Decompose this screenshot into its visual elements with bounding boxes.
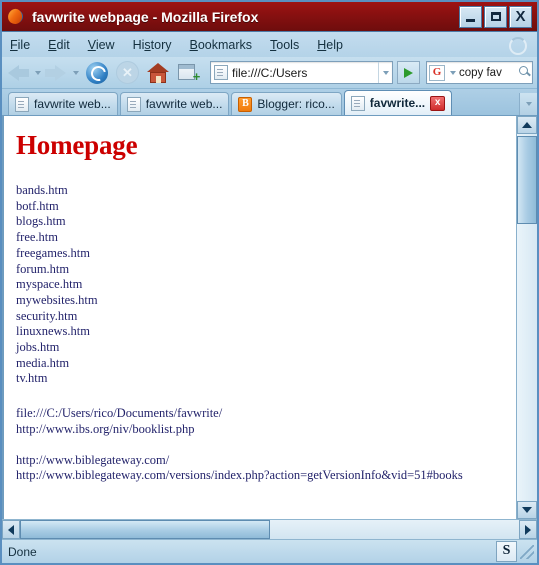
address-bar[interactable]: file:///C:/Users xyxy=(210,61,393,84)
new-tab-icon[interactable]: + xyxy=(178,63,202,83)
tab-close-icon[interactable]: x xyxy=(430,95,446,111)
vertical-scrollbar[interactable] xyxy=(516,116,537,519)
list-item[interactable]: blogs.htm xyxy=(16,214,516,230)
tab-favwrite-1[interactable]: favwrite web... xyxy=(8,92,118,115)
url-list: file:///C:/Users/rico/Documents/favwrite… xyxy=(16,406,516,484)
horizontal-scroll-track[interactable] xyxy=(20,520,519,539)
list-item[interactable]: security.htm xyxy=(16,309,516,325)
page-favicon-icon xyxy=(214,65,228,80)
chevron-right-icon xyxy=(525,524,531,535)
tab-favwrite-active[interactable]: favwrite... x xyxy=(343,90,453,115)
forward-button[interactable] xyxy=(44,60,70,86)
chevron-down-icon xyxy=(522,507,532,513)
go-arrow-icon xyxy=(404,67,413,78)
list-item[interactable]: bands.htm xyxy=(16,183,516,199)
chevron-up-icon xyxy=(522,122,532,128)
blogger-icon: B xyxy=(238,96,253,112)
back-button[interactable] xyxy=(6,60,32,86)
tab-label: favwrite... xyxy=(369,96,426,110)
horizontal-scrollbar[interactable] xyxy=(2,519,537,539)
list-item[interactable]: free.htm xyxy=(16,230,516,246)
security-status-icon[interactable]: S xyxy=(496,541,517,562)
firefox-window: favwrite webpage - Mozilla Firefox X Fil… xyxy=(0,0,539,565)
list-item[interactable]: jobs.htm xyxy=(16,340,516,356)
close-icon: X xyxy=(515,8,526,25)
menu-history[interactable]: History xyxy=(133,38,172,52)
menu-tools[interactable]: Tools xyxy=(270,38,299,52)
tab-label: favwrite web... xyxy=(34,97,111,111)
list-item[interactable]: linuxnews.htm xyxy=(16,324,516,340)
address-dropdown-icon[interactable] xyxy=(378,62,392,83)
list-item[interactable]: media.htm xyxy=(16,356,516,372)
list-item[interactable]: myspace.htm xyxy=(16,277,516,293)
menu-view[interactable]: View xyxy=(88,38,115,52)
google-icon[interactable]: G xyxy=(429,64,445,81)
firefox-logo-icon xyxy=(7,8,25,25)
list-item[interactable]: http://www.biblegateway.com/versions/ind… xyxy=(16,468,516,484)
go-button[interactable] xyxy=(397,61,420,84)
vertical-scroll-thumb[interactable] xyxy=(517,136,537,224)
scroll-up-button[interactable] xyxy=(517,116,537,134)
vertical-scroll-track[interactable] xyxy=(517,134,537,501)
scroll-left-button[interactable] xyxy=(2,520,20,539)
chevron-left-icon xyxy=(8,524,14,535)
list-item[interactable]: forum.htm xyxy=(16,262,516,278)
horizontal-scroll-thumb[interactable] xyxy=(20,520,270,539)
list-item[interactable]: mywebsites.htm xyxy=(16,293,516,309)
search-engine-dropdown-icon[interactable] xyxy=(450,70,456,75)
menu-edit[interactable]: Edit xyxy=(48,38,70,52)
web-page: Homepage bands.htm botf.htm blogs.htm fr… xyxy=(4,116,516,519)
menu-bar: File Edit View History Bookmarks Tools H… xyxy=(2,32,537,57)
title-bar: favwrite webpage - Mozilla Firefox X xyxy=(2,2,537,32)
page-icon xyxy=(15,96,29,112)
scroll-down-button[interactable] xyxy=(517,501,537,519)
stop-icon: ✕ xyxy=(116,61,139,84)
page-icon xyxy=(126,96,141,112)
menu-help[interactable]: Help xyxy=(317,38,343,52)
resize-grip[interactable] xyxy=(520,544,534,559)
list-item[interactable]: http://www.biblegateway.com/ xyxy=(16,453,516,469)
tab-favwrite-2[interactable]: favwrite web... xyxy=(119,92,230,115)
maximize-button[interactable] xyxy=(484,5,507,28)
list-item[interactable]: tv.htm xyxy=(16,371,516,387)
list-item[interactable]: botf.htm xyxy=(16,199,516,215)
page-title: Homepage xyxy=(16,130,138,160)
search-icon[interactable] xyxy=(516,62,532,83)
home-icon[interactable] xyxy=(147,62,169,83)
window-title: favwrite webpage - Mozilla Firefox xyxy=(32,8,259,25)
window-controls: X xyxy=(459,5,532,28)
status-text: Done xyxy=(8,544,37,559)
page-icon xyxy=(350,95,365,111)
tab-blogger[interactable]: B Blogger: rico... xyxy=(231,92,342,115)
address-input[interactable]: file:///C:/Users xyxy=(232,66,378,80)
tab-list-dropdown-icon[interactable] xyxy=(519,93,537,115)
forward-dropdown-icon[interactable] xyxy=(73,70,79,75)
back-dropdown-icon[interactable] xyxy=(35,70,41,75)
list-item[interactable]: freegames.htm xyxy=(16,246,516,262)
search-input[interactable]: copy fav xyxy=(459,67,516,79)
minimize-button[interactable] xyxy=(459,5,482,28)
tab-label: Blogger: rico... xyxy=(257,97,335,111)
status-bar: Done S xyxy=(2,539,537,563)
tab-bar: favwrite web... favwrite web... B Blogge… xyxy=(2,89,537,116)
throbber-icon xyxy=(509,37,527,55)
scroll-right-button[interactable] xyxy=(519,520,537,539)
reload-icon[interactable] xyxy=(86,61,108,84)
tab-label: favwrite web... xyxy=(145,97,223,111)
content-area: Homepage bands.htm botf.htm blogs.htm fr… xyxy=(2,116,537,519)
menu-file[interactable]: File xyxy=(10,38,30,52)
list-item[interactable]: file:///C:/Users/rico/Documents/favwrite… xyxy=(16,406,516,422)
file-link-list: bands.htm botf.htm blogs.htm free.htm fr… xyxy=(16,183,516,387)
menu-bookmarks[interactable]: Bookmarks xyxy=(190,38,253,52)
navigation-toolbar: ✕ + file:///C:/Users G copy fav xyxy=(2,57,537,89)
search-bar[interactable]: G copy fav xyxy=(426,61,533,84)
list-item[interactable]: http://www.ibs.org/niv/booklist.php xyxy=(16,422,516,438)
close-button[interactable]: X xyxy=(509,5,532,28)
